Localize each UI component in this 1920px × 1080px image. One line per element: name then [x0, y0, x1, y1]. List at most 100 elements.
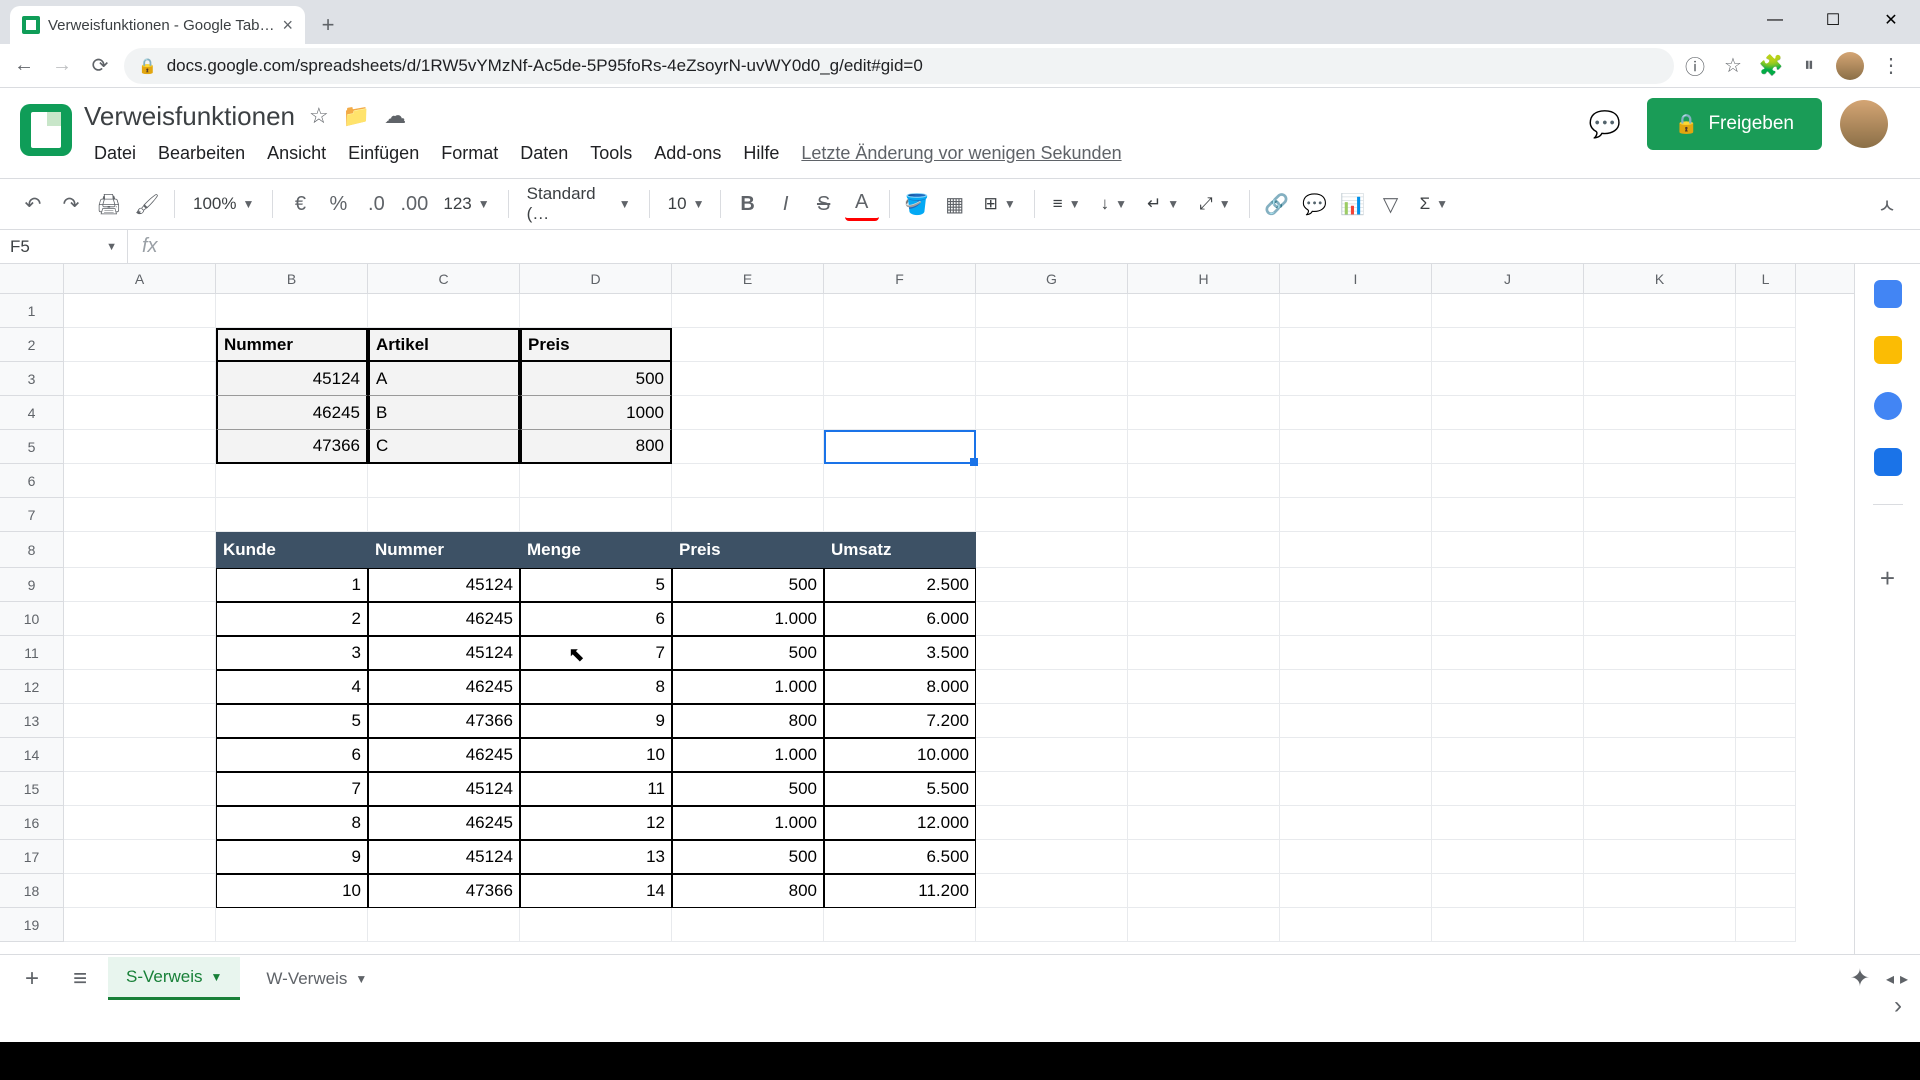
- url-bar[interactable]: 🔒 docs.google.com/spreadsheets/d/1RW5vYM…: [124, 48, 1674, 84]
- cell[interactable]: 1.000: [672, 602, 824, 636]
- bold-button[interactable]: B: [731, 187, 765, 221]
- extensions-icon[interactable]: 🧩: [1760, 55, 1782, 77]
- cell[interactable]: 45124: [368, 568, 520, 602]
- all-sheets-button[interactable]: ≡: [60, 959, 100, 999]
- back-button[interactable]: ←: [10, 52, 38, 80]
- row-header[interactable]: 3: [0, 362, 63, 396]
- increase-decimal-button[interactable]: .00: [397, 187, 431, 221]
- print-button[interactable]: 🖨: [92, 187, 126, 221]
- strikethrough-button[interactable]: S: [807, 187, 841, 221]
- contacts-icon[interactable]: [1874, 448, 1902, 476]
- row-header[interactable]: 7: [0, 498, 63, 532]
- cell[interactable]: 800: [520, 430, 672, 464]
- show-side-panel-icon[interactable]: ›: [1894, 992, 1902, 1020]
- scroll-left-icon[interactable]: ◂: [1886, 969, 1894, 989]
- cloud-icon[interactable]: ☁: [384, 103, 406, 129]
- cell[interactable]: A: [368, 362, 520, 396]
- last-edit-text[interactable]: Letzte Änderung vor wenigen Sekunden: [801, 143, 1121, 164]
- menu-icon[interactable]: ⋮: [1880, 55, 1902, 77]
- cell[interactable]: 46245: [368, 670, 520, 704]
- cell[interactable]: 1000: [520, 396, 672, 430]
- row-header[interactable]: 17: [0, 840, 63, 874]
- close-window-button[interactable]: ✕: [1862, 0, 1920, 40]
- cell[interactable]: 6: [216, 738, 368, 772]
- text-color-button[interactable]: A: [845, 187, 879, 221]
- cell[interactable]: 14: [520, 874, 672, 908]
- cell[interactable]: B: [368, 396, 520, 430]
- tasks-icon[interactable]: [1874, 392, 1902, 420]
- table1-header[interactable]: Artikel: [368, 328, 520, 362]
- decrease-decimal-button[interactable]: .0: [359, 187, 393, 221]
- menu-addons[interactable]: Add-ons: [644, 139, 731, 168]
- scroll-right-icon[interactable]: ▸: [1900, 969, 1908, 989]
- translate-icon[interactable]: ⓘ: [1684, 55, 1706, 77]
- menu-datei[interactable]: Datei: [84, 139, 146, 168]
- cell[interactable]: 1.000: [672, 738, 824, 772]
- table2-header[interactable]: Kunde: [216, 532, 368, 568]
- cell[interactable]: 5: [520, 568, 672, 602]
- col-header-J[interactable]: J: [1432, 264, 1584, 293]
- row-header[interactable]: 8: [0, 532, 63, 568]
- col-header-F[interactable]: F: [824, 264, 976, 293]
- font-size-select[interactable]: 10▼: [660, 194, 710, 214]
- collapse-toolbar-button[interactable]: ㅅ: [1870, 187, 1904, 221]
- maximize-button[interactable]: ☐: [1804, 0, 1862, 40]
- cell[interactable]: C: [368, 430, 520, 464]
- cell[interactable]: 1.000: [672, 806, 824, 840]
- cell[interactable]: 5: [216, 704, 368, 738]
- number-format-select[interactable]: 123▼: [435, 194, 497, 214]
- cell[interactable]: 10: [520, 738, 672, 772]
- cell[interactable]: 45124: [216, 362, 368, 396]
- cell[interactable]: 10: [216, 874, 368, 908]
- row-header[interactable]: 5: [0, 430, 63, 464]
- row-header[interactable]: 2: [0, 328, 63, 362]
- move-icon[interactable]: 📁: [343, 103, 370, 129]
- row-header[interactable]: 6: [0, 464, 63, 498]
- row-header[interactable]: 9: [0, 568, 63, 602]
- cell[interactable]: 500: [672, 568, 824, 602]
- sync-icon[interactable]: ⏸: [1798, 55, 1820, 77]
- forward-button[interactable]: →: [48, 52, 76, 80]
- col-header-D[interactable]: D: [520, 264, 672, 293]
- col-header-C[interactable]: C: [368, 264, 520, 293]
- cell[interactable]: 13: [520, 840, 672, 874]
- table2-header[interactable]: Menge: [520, 532, 672, 568]
- table2-header[interactable]: Preis: [672, 532, 824, 568]
- cell[interactable]: 45124: [368, 772, 520, 806]
- cell[interactable]: 6: [520, 602, 672, 636]
- menu-tools[interactable]: Tools: [580, 139, 642, 168]
- row-header[interactable]: 18: [0, 874, 63, 908]
- cell[interactable]: 2: [216, 602, 368, 636]
- fill-color-button[interactable]: 🪣: [900, 187, 934, 221]
- cell[interactable]: 1: [216, 568, 368, 602]
- redo-button[interactable]: ↷: [54, 187, 88, 221]
- cell[interactable]: 47366: [368, 704, 520, 738]
- account-avatar[interactable]: [1840, 100, 1888, 148]
- cell[interactable]: 9: [520, 704, 672, 738]
- cell[interactable]: 4: [216, 670, 368, 704]
- sheet-tab-s-verweis[interactable]: S-Verweis▼: [108, 957, 240, 1000]
- table2-header[interactable]: Umsatz: [824, 532, 976, 568]
- cell[interactable]: 6.000: [824, 602, 976, 636]
- cell[interactable]: 11.200: [824, 874, 976, 908]
- close-tab-icon[interactable]: ×: [283, 15, 294, 36]
- col-header-L[interactable]: L: [1736, 264, 1796, 293]
- explore-button[interactable]: ✦: [1840, 959, 1880, 999]
- col-header-E[interactable]: E: [672, 264, 824, 293]
- new-tab-button[interactable]: +: [313, 10, 343, 40]
- browser-tab[interactable]: Verweisfunktionen - Google Tab… ×: [10, 6, 305, 44]
- row-header[interactable]: 10: [0, 602, 63, 636]
- col-header-I[interactable]: I: [1280, 264, 1432, 293]
- cell[interactable]: 45124: [368, 636, 520, 670]
- formula-input[interactable]: [172, 230, 1920, 263]
- cell[interactable]: 9: [216, 840, 368, 874]
- cell[interactable]: 46245: [368, 806, 520, 840]
- cell[interactable]: 2.500: [824, 568, 976, 602]
- link-button[interactable]: 🔗: [1260, 187, 1294, 221]
- comment-button[interactable]: 💬: [1298, 187, 1332, 221]
- cell[interactable]: 46245: [368, 738, 520, 772]
- cell[interactable]: 47366: [368, 874, 520, 908]
- menu-einfuegen[interactable]: Einfügen: [338, 139, 429, 168]
- menu-ansicht[interactable]: Ansicht: [257, 139, 336, 168]
- zoom-select[interactable]: 100%▼: [185, 194, 262, 214]
